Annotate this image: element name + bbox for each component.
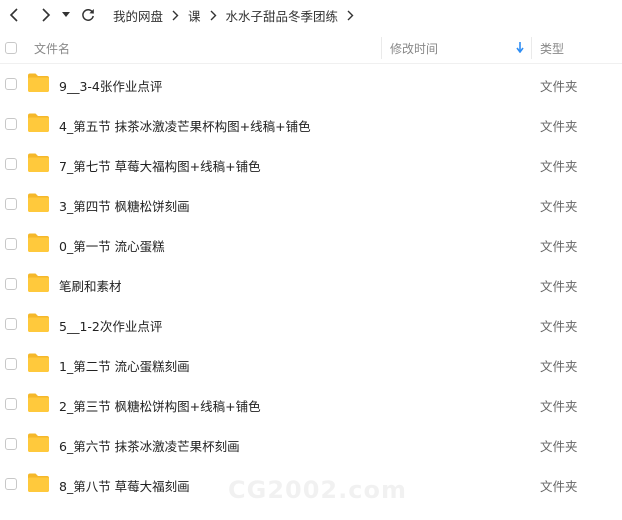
folder-icon: [28, 273, 49, 292]
folder-icon: [28, 153, 49, 172]
column-header-modified-time[interactable]: 修改时间: [390, 40, 438, 57]
file-list-header: 文件名 修改时间 类型: [0, 33, 622, 64]
breadcrumb-separator-icon: [210, 10, 217, 21]
folder-icon: [28, 193, 49, 212]
refresh-button[interactable]: [77, 4, 99, 26]
row-checkbox[interactable]: [5, 318, 17, 330]
file-type: 文件夹: [540, 199, 578, 214]
row-checkbox[interactable]: [5, 438, 17, 450]
file-row[interactable]: 5__1-2次作业点评 文件夹: [0, 304, 622, 344]
folder-icon: [28, 353, 49, 372]
row-checkbox[interactable]: [5, 238, 17, 250]
breadcrumb-item-current-folder[interactable]: 水水子甜品冬季团练: [226, 6, 339, 25]
row-checkbox[interactable]: [5, 78, 17, 90]
folder-icon: [28, 233, 49, 252]
refresh-icon: [82, 9, 94, 21]
folder-icon: [28, 73, 49, 92]
breadcrumb-item-course[interactable]: 课: [188, 6, 201, 25]
row-checkbox[interactable]: [5, 198, 17, 210]
file-name[interactable]: 7_第七节 草莓大福构图+线稿+铺色: [59, 156, 261, 175]
row-checkbox[interactable]: [5, 358, 17, 370]
select-all-checkbox[interactable]: [5, 42, 17, 54]
sort-descending-icon[interactable]: [516, 42, 524, 56]
file-name[interactable]: 6_第六节 抹茶冰激凌芒果杯刻画: [59, 436, 240, 455]
back-button[interactable]: [3, 4, 25, 26]
history-dropdown-button[interactable]: [59, 4, 73, 26]
row-checkbox[interactable]: [5, 158, 17, 170]
file-row[interactable]: 2_第三节 枫糖松饼构图+线稿+铺色 文件夹: [0, 384, 622, 424]
breadcrumb: 我的网盘 课 水水子甜品冬季团练: [113, 6, 363, 25]
breadcrumb-item-my-drive[interactable]: 我的网盘: [113, 6, 163, 25]
file-row[interactable]: 9__3-4张作业点评 文件夹: [0, 64, 622, 104]
file-row[interactable]: 0_第一节 流心蛋糕 文件夹: [0, 224, 622, 264]
file-type: 文件夹: [540, 399, 578, 414]
chevron-left-icon: [9, 8, 18, 22]
file-name[interactable]: 1_第二节 流心蛋糕刻画: [59, 356, 190, 375]
file-type: 文件夹: [540, 159, 578, 174]
column-divider[interactable]: [531, 37, 532, 59]
file-type: 文件夹: [540, 119, 578, 134]
file-name[interactable]: 9__3-4张作业点评: [59, 76, 162, 95]
folder-icon: [28, 113, 49, 132]
file-name[interactable]: 0_第一节 流心蛋糕: [59, 236, 165, 255]
row-checkbox[interactable]: [5, 118, 17, 130]
file-type: 文件夹: [540, 479, 578, 494]
column-header-filename[interactable]: 文件名: [34, 40, 70, 57]
file-row[interactable]: 1_第二节 流心蛋糕刻画 文件夹: [0, 344, 622, 384]
file-row[interactable]: 3_第四节 枫糖松饼刻画 文件夹: [0, 184, 622, 224]
file-name[interactable]: 笔刷和素材: [59, 276, 122, 295]
file-name[interactable]: 3_第四节 枫糖松饼刻画: [59, 196, 190, 215]
file-name[interactable]: 4_第五节 抹茶冰激凌芒果杯构图+线稿+铺色: [59, 116, 311, 135]
breadcrumb-expand-icon[interactable]: [347, 10, 354, 21]
column-header-type[interactable]: 类型: [540, 40, 564, 57]
row-checkbox[interactable]: [5, 278, 17, 290]
file-type: 文件夹: [540, 359, 578, 374]
chevron-right-icon: [42, 8, 51, 22]
file-name[interactable]: 8_第八节 草莓大福刻画: [59, 476, 190, 495]
folder-icon: [28, 393, 49, 412]
watermark-text: CG2002.com: [228, 476, 407, 504]
file-name[interactable]: 5__1-2次作业点评: [59, 316, 162, 335]
forward-button[interactable]: [35, 4, 57, 26]
file-row[interactable]: 6_第六节 抹茶冰激凌芒果杯刻画 文件夹: [0, 424, 622, 464]
file-type: 文件夹: [540, 319, 578, 334]
row-checkbox[interactable]: [5, 398, 17, 410]
row-checkbox[interactable]: [5, 478, 17, 490]
file-type: 文件夹: [540, 439, 578, 454]
navigation-bar: 我的网盘 课 水水子甜品冬季团练: [0, 0, 622, 30]
file-type: 文件夹: [540, 79, 578, 94]
file-row[interactable]: 笔刷和素材 文件夹: [0, 264, 622, 304]
folder-icon: [28, 473, 49, 492]
file-name[interactable]: 2_第三节 枫糖松饼构图+线稿+铺色: [59, 396, 261, 415]
column-divider[interactable]: [381, 37, 382, 59]
folder-icon: [28, 433, 49, 452]
file-type: 文件夹: [540, 239, 578, 254]
file-row[interactable]: 7_第七节 草莓大福构图+线稿+铺色 文件夹: [0, 144, 622, 184]
breadcrumb-separator-icon: [172, 10, 179, 21]
folder-icon: [28, 313, 49, 332]
file-row[interactable]: 4_第五节 抹茶冰激凌芒果杯构图+线稿+铺色 文件夹: [0, 104, 622, 144]
caret-down-icon: [62, 12, 70, 17]
file-type: 文件夹: [540, 279, 578, 294]
